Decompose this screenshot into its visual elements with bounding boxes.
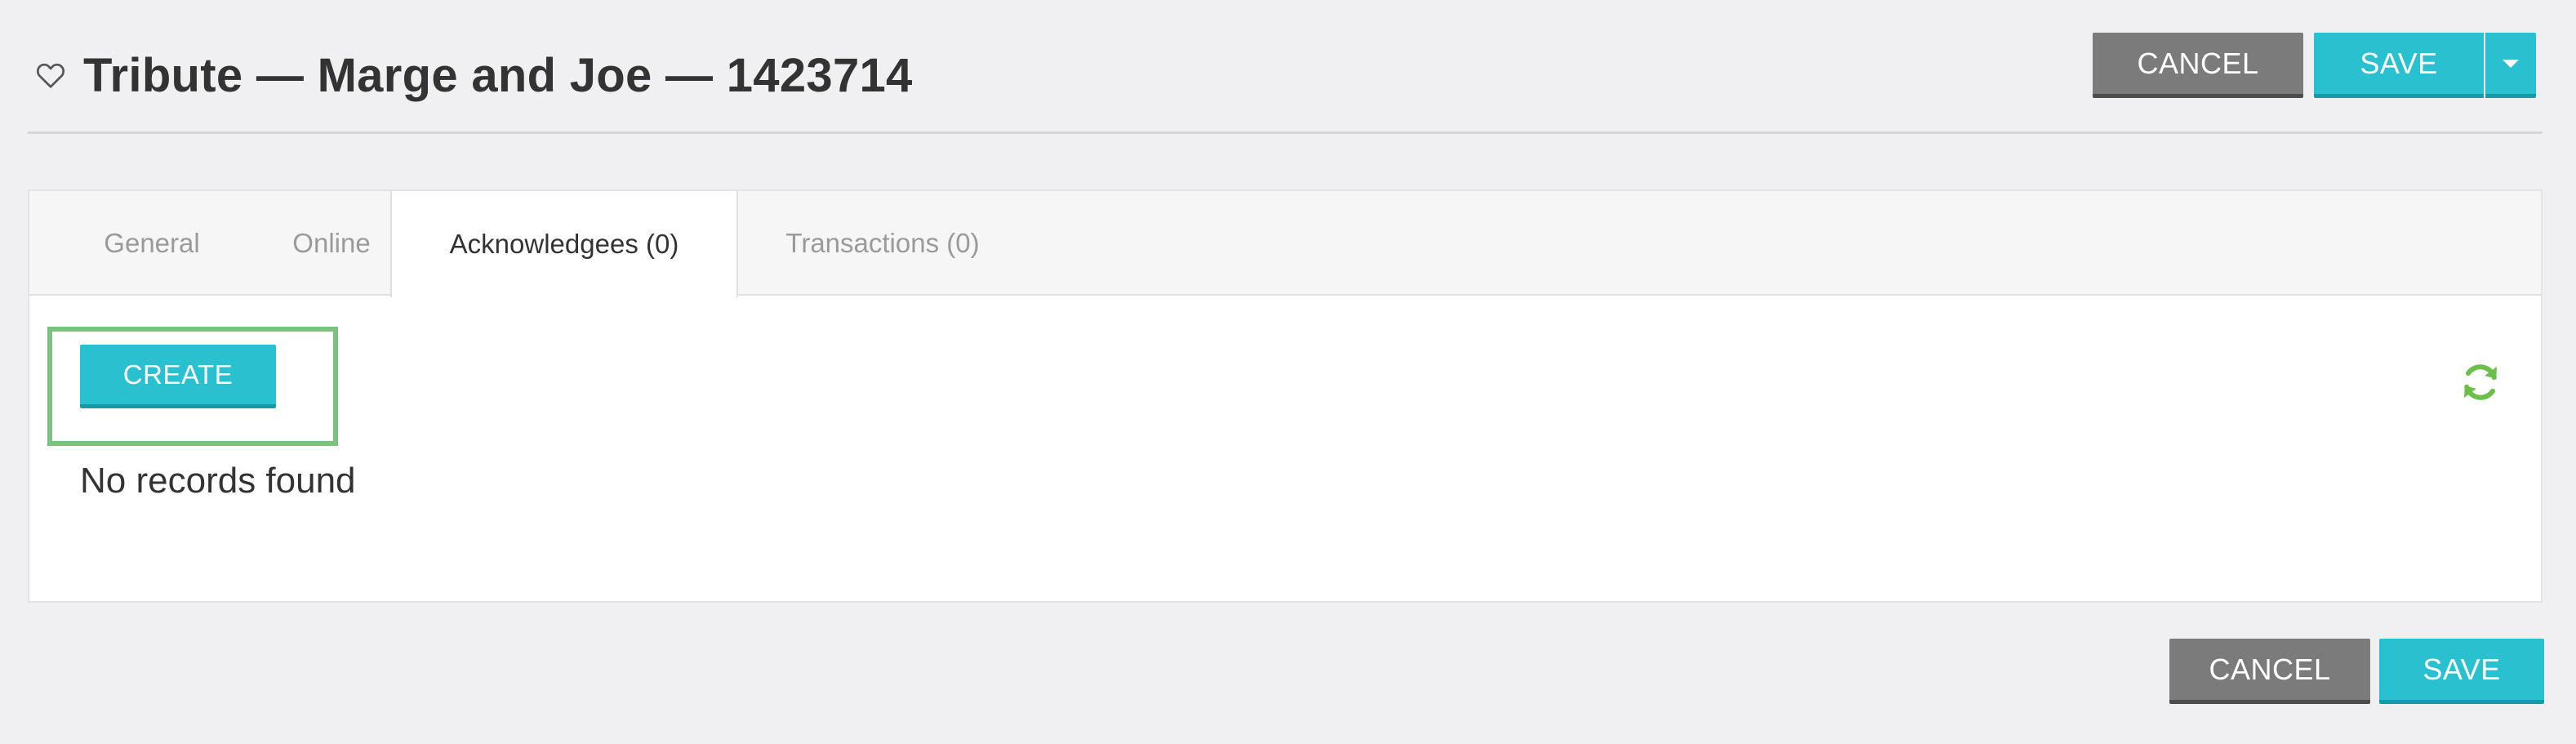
caret-down-icon xyxy=(2503,59,2519,68)
tab-general[interactable]: General xyxy=(62,191,242,296)
create-button[interactable]: CREATE xyxy=(80,345,276,408)
save-options-dropdown-button[interactable] xyxy=(2485,33,2536,98)
header-cancel-button[interactable]: CANCEL xyxy=(2093,33,2303,98)
tribute-panel: General Online Acknowledgees (0) Transac… xyxy=(28,189,2543,603)
footer-save-button[interactable]: SAVE xyxy=(2379,639,2544,704)
tab-bar: General Online Acknowledgees (0) Transac… xyxy=(29,191,2541,297)
refresh-icon[interactable] xyxy=(2458,359,2503,405)
tab-online[interactable]: Online xyxy=(250,191,413,296)
page: Tribute — Marge and Joe — 1423714 CANCEL… xyxy=(0,0,2576,744)
heart-outline-icon[interactable] xyxy=(36,59,69,91)
tab-transactions[interactable]: Transactions (0) xyxy=(748,191,1017,296)
tab-acknowledgees[interactable]: Acknowledgees (0) xyxy=(390,191,738,297)
footer-cancel-button[interactable]: CANCEL xyxy=(2169,639,2370,704)
empty-state-message: No records found xyxy=(80,461,356,501)
header-save-button[interactable]: SAVE xyxy=(2314,33,2484,98)
page-title: Tribute — Marge and Joe — 1423714 xyxy=(83,48,913,102)
title-area: Tribute — Marge and Joe — 1423714 xyxy=(36,42,913,108)
